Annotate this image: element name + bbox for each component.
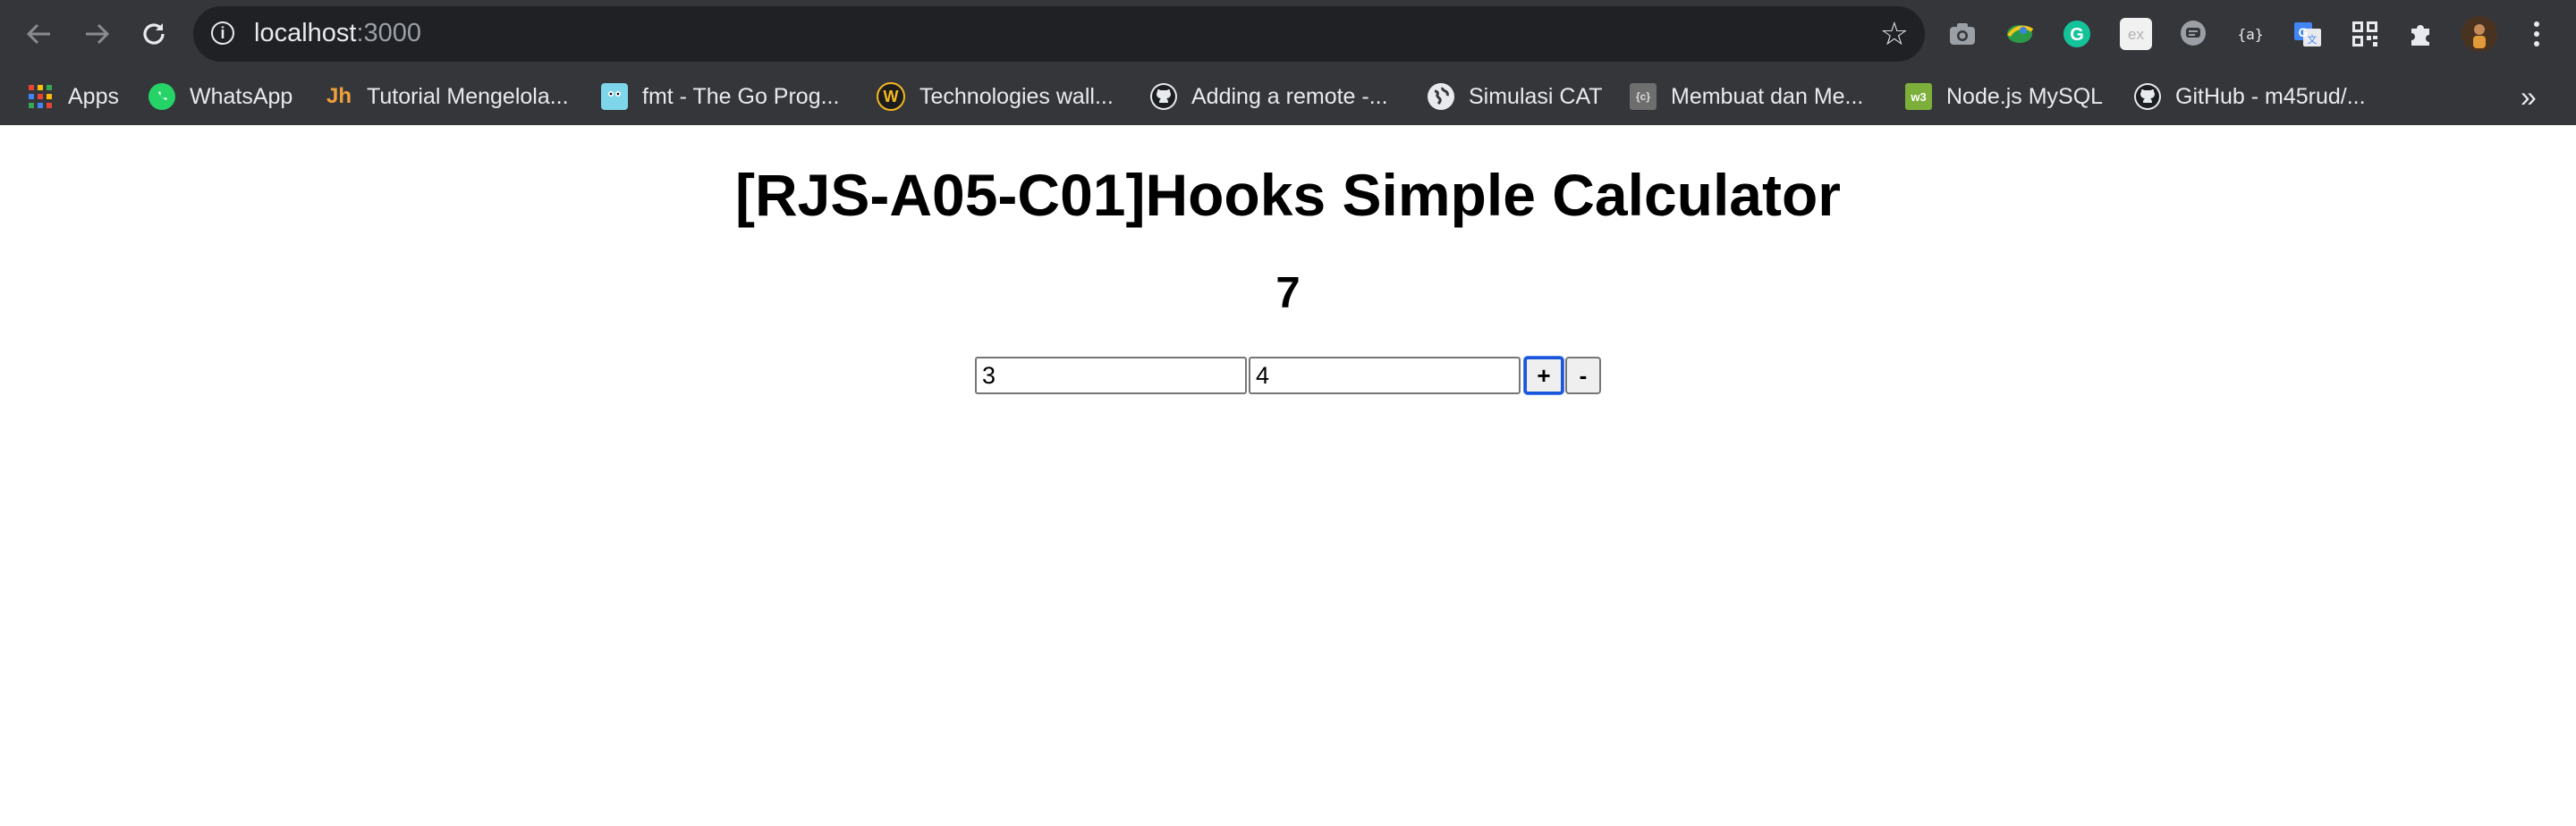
bookmark-label: Apps [68, 83, 119, 109]
url-host: localhost [254, 19, 357, 47]
translate-extension-icon[interactable]: G文 [2292, 18, 2324, 50]
w-shield-icon: W [877, 82, 905, 111]
reload-icon[interactable] [136, 16, 172, 52]
bookmark-tutorial-mengelola[interactable]: Jh Tutorial Mengelola... [326, 68, 569, 125]
github-icon [2134, 83, 2161, 110]
first-number-input[interactable] [975, 357, 1247, 394]
github-icon [1150, 83, 1177, 110]
site-info-icon[interactable]: i [211, 21, 234, 45]
bookmark-membuat-dan-me[interactable]: {c} Membuat dan Me... [1630, 68, 1863, 125]
camera-extension-icon[interactable] [1946, 18, 1979, 50]
bookmark-label: Tutorial Mengelola... [367, 83, 569, 109]
globe-icon [1428, 83, 1454, 110]
bookmark-apps[interactable]: Apps [27, 68, 119, 125]
browser-menu-icon[interactable] [2526, 13, 2547, 55]
bookmark-label: Membuat dan Me... [1671, 83, 1864, 109]
bookmark-whatsapp[interactable]: WhatsApp [148, 68, 292, 125]
bookmark-label: Node.js MySQL [1946, 83, 2104, 109]
ex-extension-icon[interactable]: ex [2120, 18, 2152, 50]
puzzle-extensions-icon[interactable] [2404, 18, 2436, 50]
bookmark-label: WhatsApp [190, 83, 293, 109]
grammarly-icon[interactable]: G [2061, 18, 2093, 50]
whatsapp-icon [148, 83, 175, 110]
address-bar[interactable]: i localhost:3000 ☆ [193, 6, 1925, 62]
globe-extension-icon[interactable] [2004, 18, 2036, 50]
json-extension-icon[interactable]: {a} [2234, 18, 2267, 50]
svg-text:G: G [2070, 25, 2084, 45]
url-port: :3000 [356, 19, 422, 47]
bookmark-technologies-wall[interactable]: W Technologies wall... [877, 68, 1114, 125]
browser-toolbar: i localhost:3000 ☆ G ex {a} G文 [0, 0, 2576, 68]
address-url: localhost:3000 [254, 19, 421, 48]
bookmark-label: Technologies wall... [919, 83, 1114, 109]
bookmark-adding-remote[interactable]: Adding a remote -... [1150, 68, 1388, 125]
calculation-result: 7 [1275, 269, 1301, 317]
svg-text:文: 文 [2308, 33, 2318, 46]
bookmark-star-icon[interactable]: ☆ [1880, 15, 1909, 53]
chat-extension-icon[interactable] [2177, 18, 2209, 50]
bookmark-label: Simulasi CAT [1469, 83, 1603, 109]
svg-text:ex: ex [2128, 26, 2144, 43]
page-title: [RJS-A05-C01]Hooks Simple Calculator [735, 162, 1841, 228]
svg-text:{a}: {a} [2238, 26, 2264, 43]
bookmarks-bar: Apps WhatsApp Jh Tutorial Mengelola... f… [0, 68, 2576, 125]
profile-avatar-icon[interactable] [2462, 16, 2497, 52]
w3schools-icon: w3 [1905, 83, 1932, 110]
apps-grid-icon [27, 83, 54, 110]
bookmark-label: Adding a remote -... [1191, 83, 1388, 109]
subtract-button[interactable]: - [1565, 357, 1601, 394]
bookmark-label: fmt - The Go Prog... [642, 83, 840, 109]
go-gopher-icon [601, 83, 628, 110]
bookmark-github-m45rud[interactable]: GitHub - m45rud/... [2134, 68, 2366, 125]
back-arrow-icon[interactable] [21, 16, 57, 52]
jh-logo-icon: Jh [326, 84, 352, 108]
second-number-input[interactable] [1249, 357, 1521, 394]
add-button[interactable]: + [1524, 357, 1563, 394]
qr-code-extension-icon[interactable] [2349, 18, 2381, 50]
bookmark-simulasi-cat[interactable]: Simulasi CAT [1428, 68, 1603, 125]
bookmark-label: GitHub - m45rud/... [2175, 83, 2366, 109]
bookmark-fmt-go[interactable]: fmt - The Go Prog... [601, 68, 839, 125]
bookmark-nodejs-mysql[interactable]: w3 Node.js MySQL [1905, 68, 2103, 125]
forward-arrow-icon[interactable] [79, 16, 114, 52]
more-bookmarks-chevron-icon[interactable]: » [2521, 68, 2537, 125]
codeigniter-icon: {c} [1630, 83, 1657, 110]
